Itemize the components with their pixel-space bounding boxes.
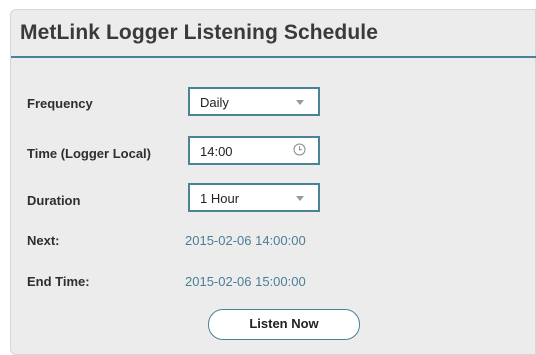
end-time-value: 2015-02-06 15:00:00 <box>185 274 306 289</box>
panel-title: MetLink Logger Listening Schedule <box>20 21 378 44</box>
time-value: 14:00 <box>200 144 233 159</box>
title-divider <box>11 56 536 58</box>
clock-icon[interactable] <box>293 143 306 156</box>
time-input[interactable]: 14:00 <box>188 136 320 165</box>
chevron-down-icon <box>296 100 304 105</box>
frequency-label: Frequency <box>27 96 93 111</box>
next-label: Next: <box>27 233 60 248</box>
frequency-select[interactable]: Daily <box>188 87 320 116</box>
schedule-panel <box>10 9 536 355</box>
time-label: Time (Logger Local) <box>27 146 151 161</box>
listen-now-button[interactable]: Listen Now <box>208 309 360 340</box>
chevron-down-icon <box>296 196 304 201</box>
end-time-label: End Time: <box>27 274 90 289</box>
duration-select[interactable]: 1 Hour <box>188 183 320 212</box>
duration-value: 1 Hour <box>200 191 240 206</box>
next-value: 2015-02-06 14:00:00 <box>185 233 306 248</box>
duration-label: Duration <box>27 193 81 208</box>
frequency-value: Daily <box>200 95 229 110</box>
